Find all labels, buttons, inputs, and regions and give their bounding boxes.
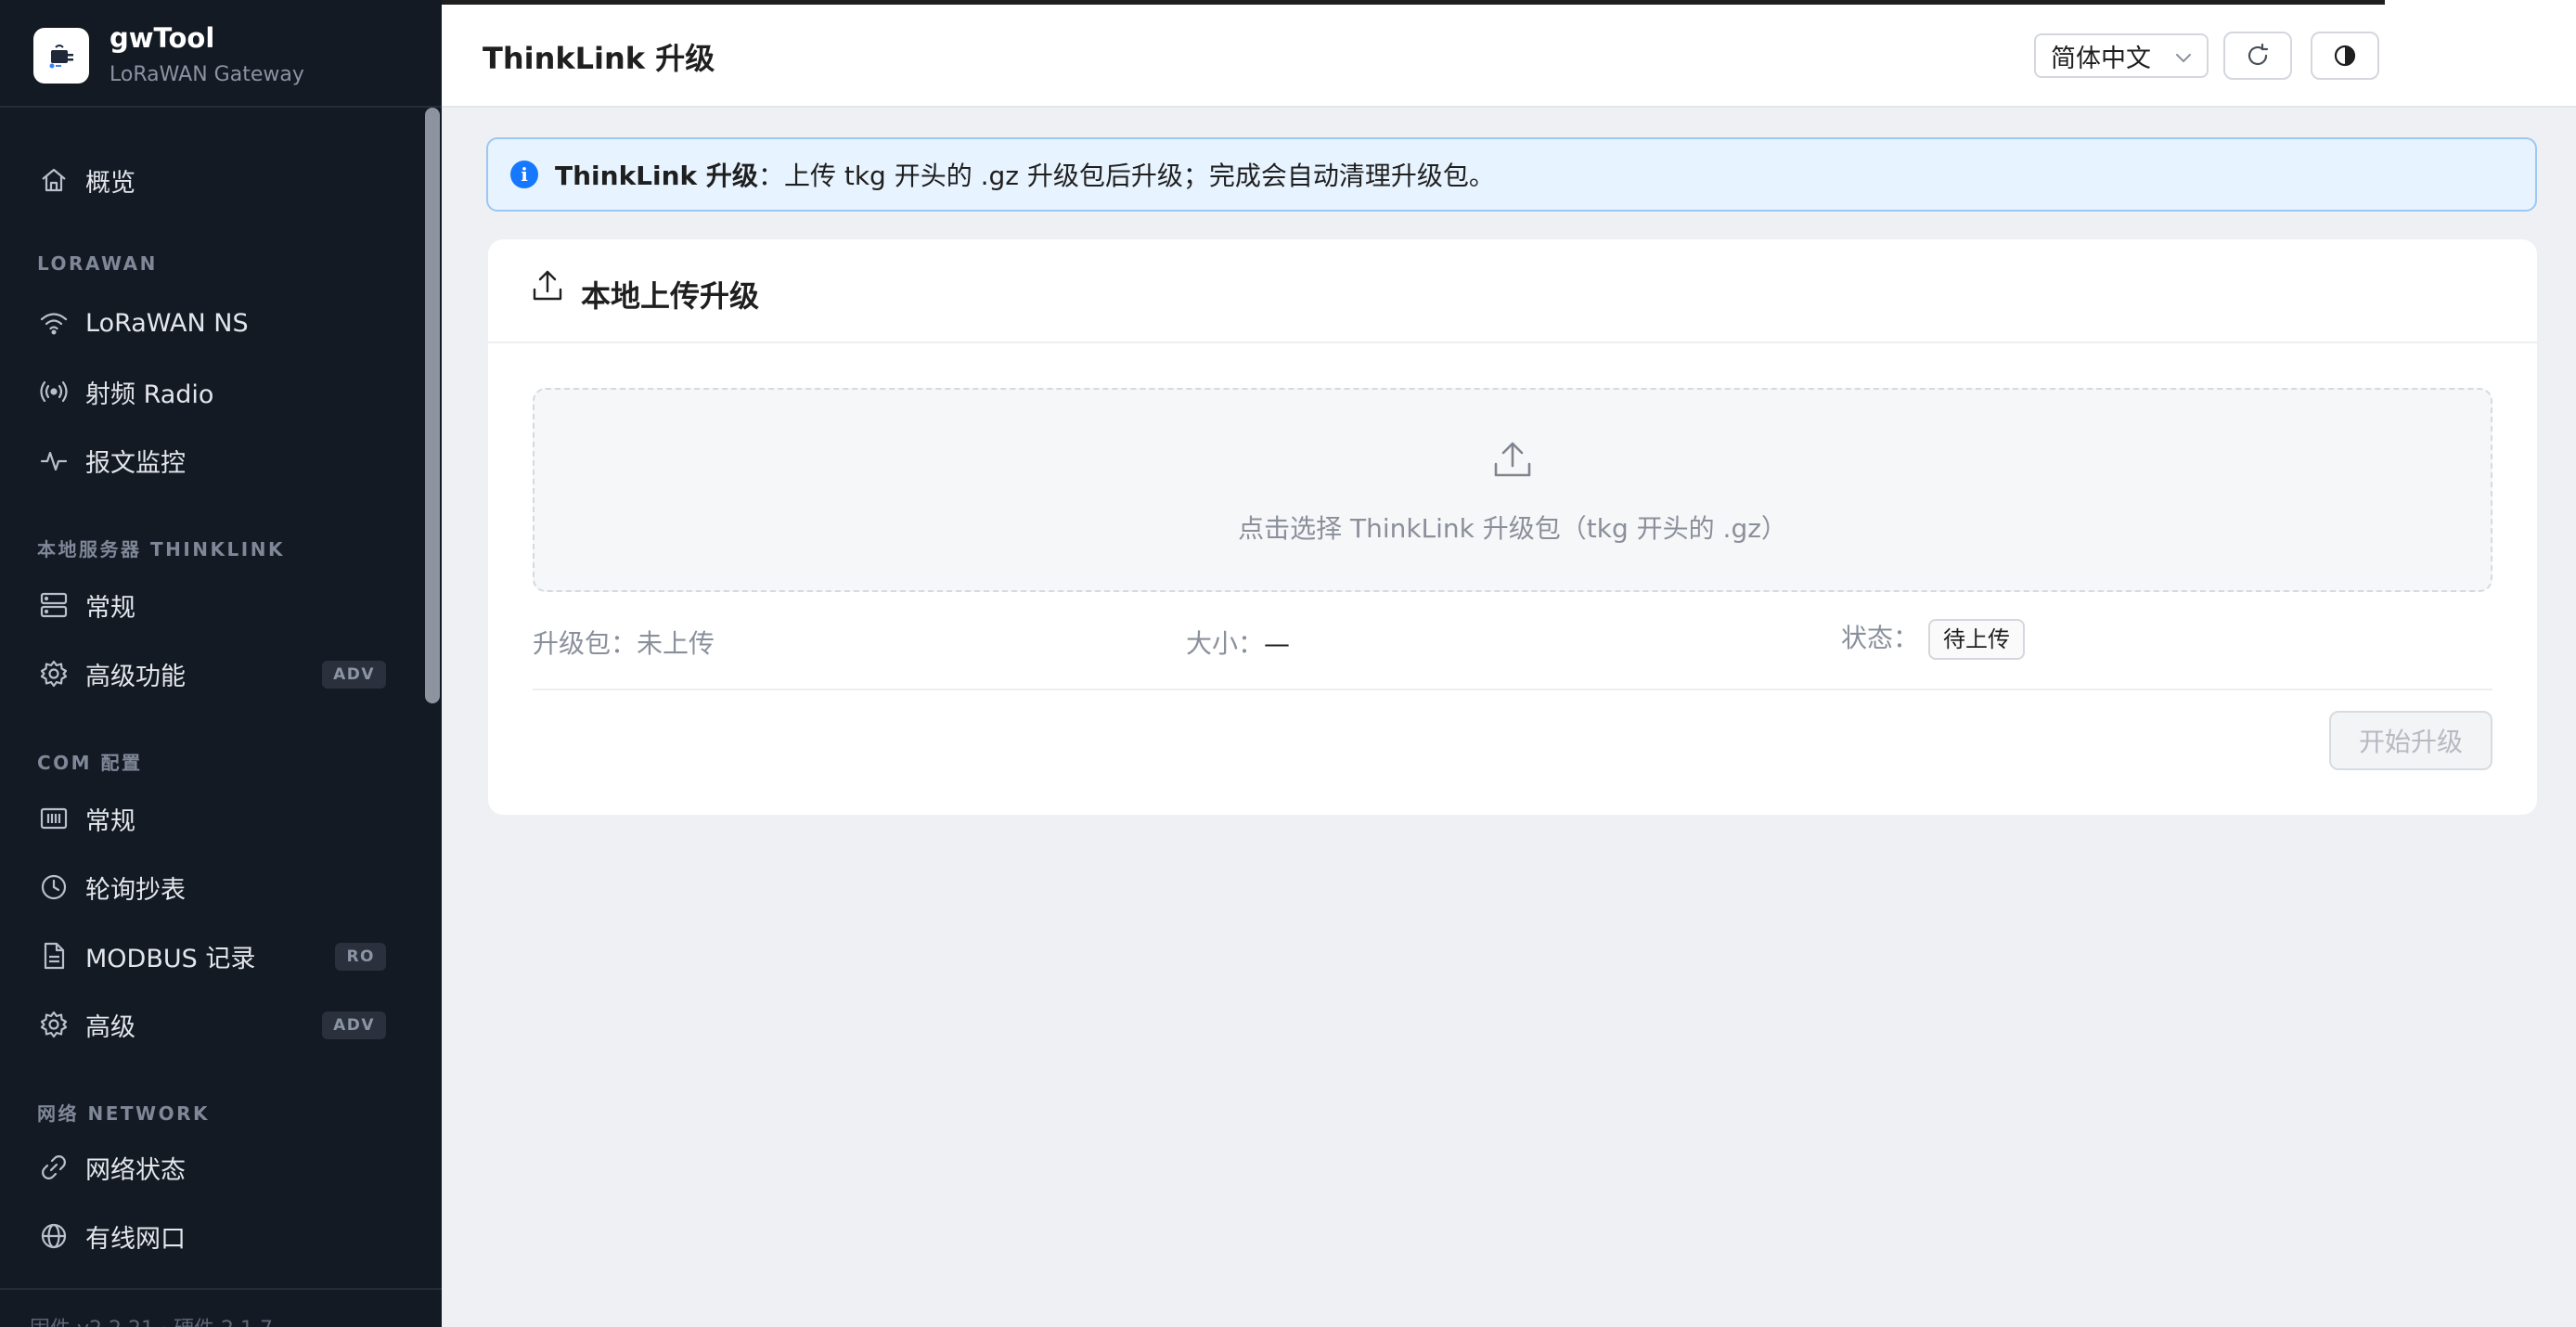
sidebar-item-label: MODBUS 记录 xyxy=(85,944,256,973)
brand: gwTool LoRaWAN Gateway xyxy=(0,0,442,108)
sidebar-item-com-advanced[interactable]: 高级 ADV xyxy=(22,995,395,1054)
upload-icon xyxy=(1490,436,1535,484)
columns-icon xyxy=(35,800,72,837)
sidebar-item-polling[interactable]: 轮询抄表 xyxy=(22,857,395,917)
sidebar-item-label: 高级功能 xyxy=(85,662,186,691)
size-value: — xyxy=(1264,628,1291,659)
top-progress-line xyxy=(442,0,2385,5)
chevron-down-icon xyxy=(2176,54,2191,63)
activity-icon xyxy=(35,442,72,479)
section-local-server: 本地服务器 THINKLINK xyxy=(37,538,285,560)
sidebar-item-label: 网络状态 xyxy=(85,1155,186,1185)
sidebar-item-modbus-log[interactable]: MODBUS 记录 RO xyxy=(22,926,395,986)
status-label: 状态： xyxy=(1841,623,1920,653)
section-lorawan: LORAWAN xyxy=(37,252,158,275)
brand-subtitle: LoRaWAN Gateway xyxy=(109,63,304,86)
sidebar-item-net-status[interactable]: 网络状态 xyxy=(22,1138,395,1197)
language-select[interactable]: 简体中文 xyxy=(2034,33,2209,78)
refresh-icon xyxy=(2248,43,2269,66)
link-icon xyxy=(35,1149,72,1186)
info-icon: i xyxy=(510,161,538,188)
upload-icon xyxy=(531,267,564,308)
gear-icon xyxy=(35,1006,72,1043)
sidebar-item-tl-advanced[interactable]: 高级功能 ADV xyxy=(22,644,395,703)
home-icon xyxy=(35,161,72,199)
sidebar-item-overview[interactable]: 概览 xyxy=(22,150,395,210)
contrast-icon xyxy=(2334,45,2356,67)
nav-menu: 概览 LORAWAN LoRaWAN NS 射频 Radio 报文监控 本地服务… xyxy=(0,108,442,1286)
sidebar-item-label: 射频 Radio xyxy=(85,380,214,409)
clock-icon xyxy=(35,869,72,906)
sidebar-item-label: 报文监控 xyxy=(85,448,186,478)
sidebar-item-label: 常规 xyxy=(85,593,135,623)
sidebar-item-label: 轮询抄表 xyxy=(85,875,186,905)
sidebar-item-label: 有线网口 xyxy=(85,1224,186,1254)
upload-dropzone[interactable]: 点击选择 ThinkLink 升级包（tkg 开头的 .gz） xyxy=(533,388,2492,592)
sidebar-item-label: 高级 xyxy=(85,1012,135,1042)
page-title: ThinkLink 升级 xyxy=(483,41,715,76)
section-com: COM 配置 xyxy=(37,752,143,774)
upload-card: 本地上传升级 点击选择 ThinkLink 升级包（tkg 开头的 .gz） 升… xyxy=(488,239,2537,815)
sidebar-item-label: 常规 xyxy=(85,806,135,836)
package-info: 升级包：未上传 xyxy=(533,624,715,661)
refresh-button[interactable] xyxy=(2223,32,2292,80)
theme-toggle-button[interactable] xyxy=(2311,32,2379,80)
adv-badge: ADV xyxy=(322,661,386,689)
package-label: 升级包： xyxy=(533,628,638,659)
sidebar-item-com-general[interactable]: 常规 xyxy=(22,789,395,848)
start-upgrade-button[interactable]: 开始升级 xyxy=(2329,711,2492,770)
ro-badge: RO xyxy=(335,943,386,971)
sidebar-item-label: 概览 xyxy=(85,168,135,198)
top-header: ThinkLink 升级 简体中文 xyxy=(442,0,2576,108)
wifi-icon xyxy=(35,304,72,341)
sidebar-item-radio[interactable]: 射频 Radio xyxy=(22,362,395,421)
globe-icon xyxy=(35,1217,72,1255)
status-info: 状态： 待上传 xyxy=(1841,618,2026,660)
sidebar-item-wired[interactable]: 有线网口 xyxy=(22,1206,395,1266)
adv-badge: ADV xyxy=(322,1011,386,1039)
status-badge: 待上传 xyxy=(1928,619,2026,660)
size-info: 大小：— xyxy=(1186,624,1290,661)
sidebar-item-lorawan-ns[interactable]: LoRaWAN NS xyxy=(22,293,395,353)
sidebar: gwTool LoRaWAN Gateway 概览 LORAWAN LoRaWA… xyxy=(0,0,442,1327)
gear-icon xyxy=(35,655,72,692)
alert-message: ：上传 tkg 开头的 .gz 升级包后升级；完成会自动清理升级包。 xyxy=(757,161,1495,191)
card-title: 本地上传升级 xyxy=(581,278,760,314)
sidebar-item-tl-general[interactable]: 常规 xyxy=(22,575,395,635)
package-value: 未上传 xyxy=(637,628,715,659)
sidebar-item-monitor[interactable]: 报文监控 xyxy=(22,431,395,490)
info-alert: i ThinkLink 升级 ：上传 tkg 开头的 .gz 升级包后升级；完成… xyxy=(486,137,2537,212)
document-icon xyxy=(35,937,72,974)
gateway-logo-icon xyxy=(33,28,89,84)
server-icon xyxy=(35,586,72,624)
size-label: 大小： xyxy=(1186,628,1265,659)
brand-title: gwTool xyxy=(109,22,215,54)
card-header: 本地上传升级 xyxy=(488,239,2537,343)
radio-icon xyxy=(35,373,72,410)
section-network: 网络 NETWORK xyxy=(37,1102,210,1125)
sidebar-scrollbar[interactable] xyxy=(425,108,440,703)
card-divider xyxy=(533,689,2492,690)
sidebar-item-label: LoRaWAN NS xyxy=(85,308,249,338)
language-value: 简体中文 xyxy=(2051,44,2151,73)
alert-title: ThinkLink 升级 xyxy=(555,161,758,191)
footer-divider xyxy=(0,1288,442,1290)
version-info: 固件 v2.2.21 · 硬件 2.1.7 xyxy=(30,1312,273,1327)
dropzone-text: 点击选择 ThinkLink 升级包（tkg 开头的 .gz） xyxy=(1238,513,1787,544)
